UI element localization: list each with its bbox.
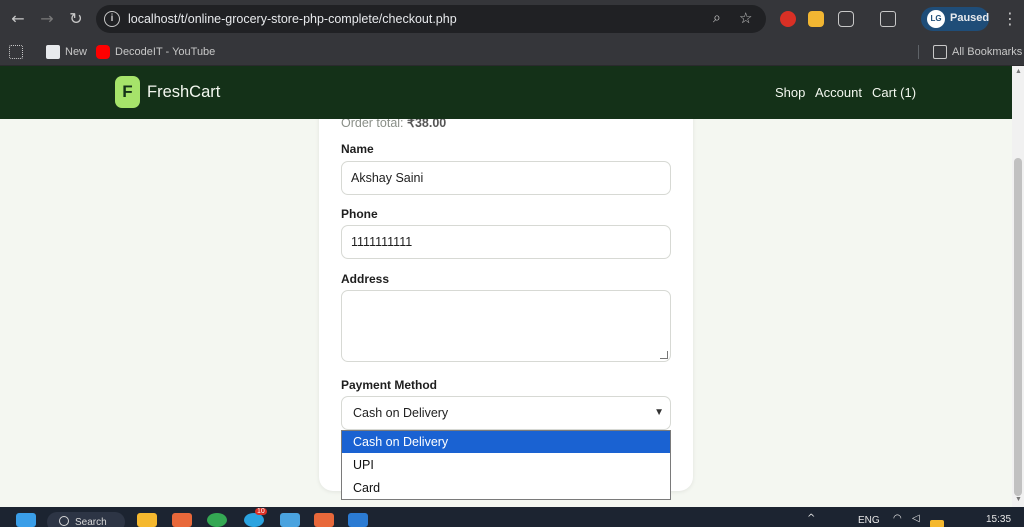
folder-icon bbox=[933, 45, 947, 60]
reload-icon[interactable]: ↻ bbox=[66, 9, 86, 29]
site-header: F FreshCart Shop Account Cart (1) bbox=[0, 66, 1012, 119]
payment-method-select[interactable]: Cash on Delivery ▼ bbox=[341, 396, 671, 430]
youtube-icon bbox=[96, 45, 110, 60]
resize-handle-icon[interactable] bbox=[660, 351, 668, 359]
search-icon bbox=[59, 516, 69, 526]
profile-status: Paused bbox=[950, 12, 990, 24]
payment-method-label: Payment Method bbox=[341, 378, 438, 392]
page-viewport: Order total: ₹38.00 F FreshCart Shop Acc… bbox=[0, 66, 1012, 507]
bookmark-decodeit[interactable]: DecodeIT - YouTube bbox=[96, 44, 215, 60]
brand-name[interactable]: FreshCart bbox=[147, 83, 220, 102]
volume-icon[interactable]: ◁ bbox=[912, 513, 920, 524]
divider bbox=[918, 45, 919, 59]
name-label: Name bbox=[341, 142, 374, 156]
scroll-down-icon[interactable]: ▼ bbox=[1015, 496, 1022, 503]
battery-icon[interactable] bbox=[930, 520, 944, 527]
os-taskbar: Search 10 ^ ENG ◠ ◁ 15:35 bbox=[0, 507, 1024, 527]
phone-field[interactable]: 1111111111 bbox=[341, 225, 671, 259]
scroll-up-icon[interactable]: ▲ bbox=[1015, 68, 1022, 75]
payment-method-dropdown: Cash on Delivery UPI Card bbox=[341, 430, 671, 500]
chrome-icon[interactable] bbox=[207, 513, 227, 527]
nav-shop[interactable]: Shop bbox=[775, 85, 805, 100]
bookmark-star-icon[interactable]: ☆ bbox=[739, 9, 752, 27]
nav-cart[interactable]: Cart (1) bbox=[872, 85, 916, 100]
option-upi[interactable]: UPI bbox=[342, 454, 670, 476]
page-scrollbar[interactable]: ▲ ▼ bbox=[1012, 66, 1024, 507]
extension-yellow-icon[interactable] bbox=[808, 11, 824, 27]
forward-icon[interactable]: → bbox=[37, 9, 57, 29]
chevron-down-icon: ▼ bbox=[654, 407, 664, 418]
address-label: Address bbox=[341, 272, 390, 286]
option-card[interactable]: Card bbox=[342, 477, 670, 499]
extension-red-icon[interactable] bbox=[780, 11, 796, 27]
xampp-icon[interactable] bbox=[314, 513, 334, 527]
menu-kebab-icon[interactable]: ⋮ bbox=[1002, 9, 1018, 28]
language-indicator[interactable]: ENG bbox=[858, 515, 880, 526]
zoom-icon[interactable]: ⌕ bbox=[713, 10, 721, 26]
notepad-icon[interactable] bbox=[280, 513, 300, 527]
wifi-icon[interactable]: ◠ bbox=[893, 513, 902, 524]
name-field[interactable]: Akshay Saini bbox=[341, 161, 671, 195]
address-field[interactable] bbox=[341, 290, 671, 362]
phone-label: Phone bbox=[341, 207, 378, 221]
browser-toolbar: ← → ↻ i localhost/t/online-grocery-store… bbox=[0, 0, 1024, 38]
extensions-puzzle-icon[interactable] bbox=[838, 11, 854, 27]
apps-grid-icon[interactable] bbox=[9, 44, 23, 60]
windows-start-icon[interactable] bbox=[16, 513, 36, 527]
nav-account[interactable]: Account bbox=[815, 85, 862, 100]
all-bookmarks[interactable]: All Bookmarks bbox=[933, 44, 1022, 60]
new-tab-icon bbox=[46, 45, 60, 60]
address-bar[interactable]: i localhost/t/online-grocery-store-php-c… bbox=[96, 5, 766, 33]
bookmark-new[interactable]: New bbox=[46, 44, 87, 60]
logo-badge[interactable]: F bbox=[115, 76, 140, 108]
app-icon[interactable] bbox=[172, 513, 192, 527]
labs-icon[interactable] bbox=[880, 11, 896, 27]
file-explorer-icon[interactable] bbox=[137, 513, 157, 527]
taskbar-search[interactable]: Search bbox=[47, 512, 125, 527]
chevron-up-icon[interactable]: ^ bbox=[807, 513, 815, 524]
telegram-icon[interactable] bbox=[244, 513, 264, 527]
url-text[interactable]: localhost/t/online-grocery-store-php-com… bbox=[128, 12, 457, 26]
avatar: LG bbox=[927, 10, 945, 28]
notification-badge: 10 bbox=[255, 508, 267, 515]
scrollbar-thumb[interactable] bbox=[1014, 158, 1022, 496]
profile-paused-button[interactable]: LG Paused bbox=[921, 7, 989, 31]
bookmarks-bar: New DecodeIT - YouTube All Bookmarks bbox=[0, 38, 1024, 66]
site-info-icon[interactable]: i bbox=[104, 11, 120, 27]
option-cash-on-delivery[interactable]: Cash on Delivery bbox=[342, 431, 670, 453]
back-icon[interactable]: ← bbox=[8, 9, 28, 29]
clock[interactable]: 15:35 bbox=[986, 514, 1011, 525]
vscode-icon[interactable] bbox=[348, 513, 368, 527]
